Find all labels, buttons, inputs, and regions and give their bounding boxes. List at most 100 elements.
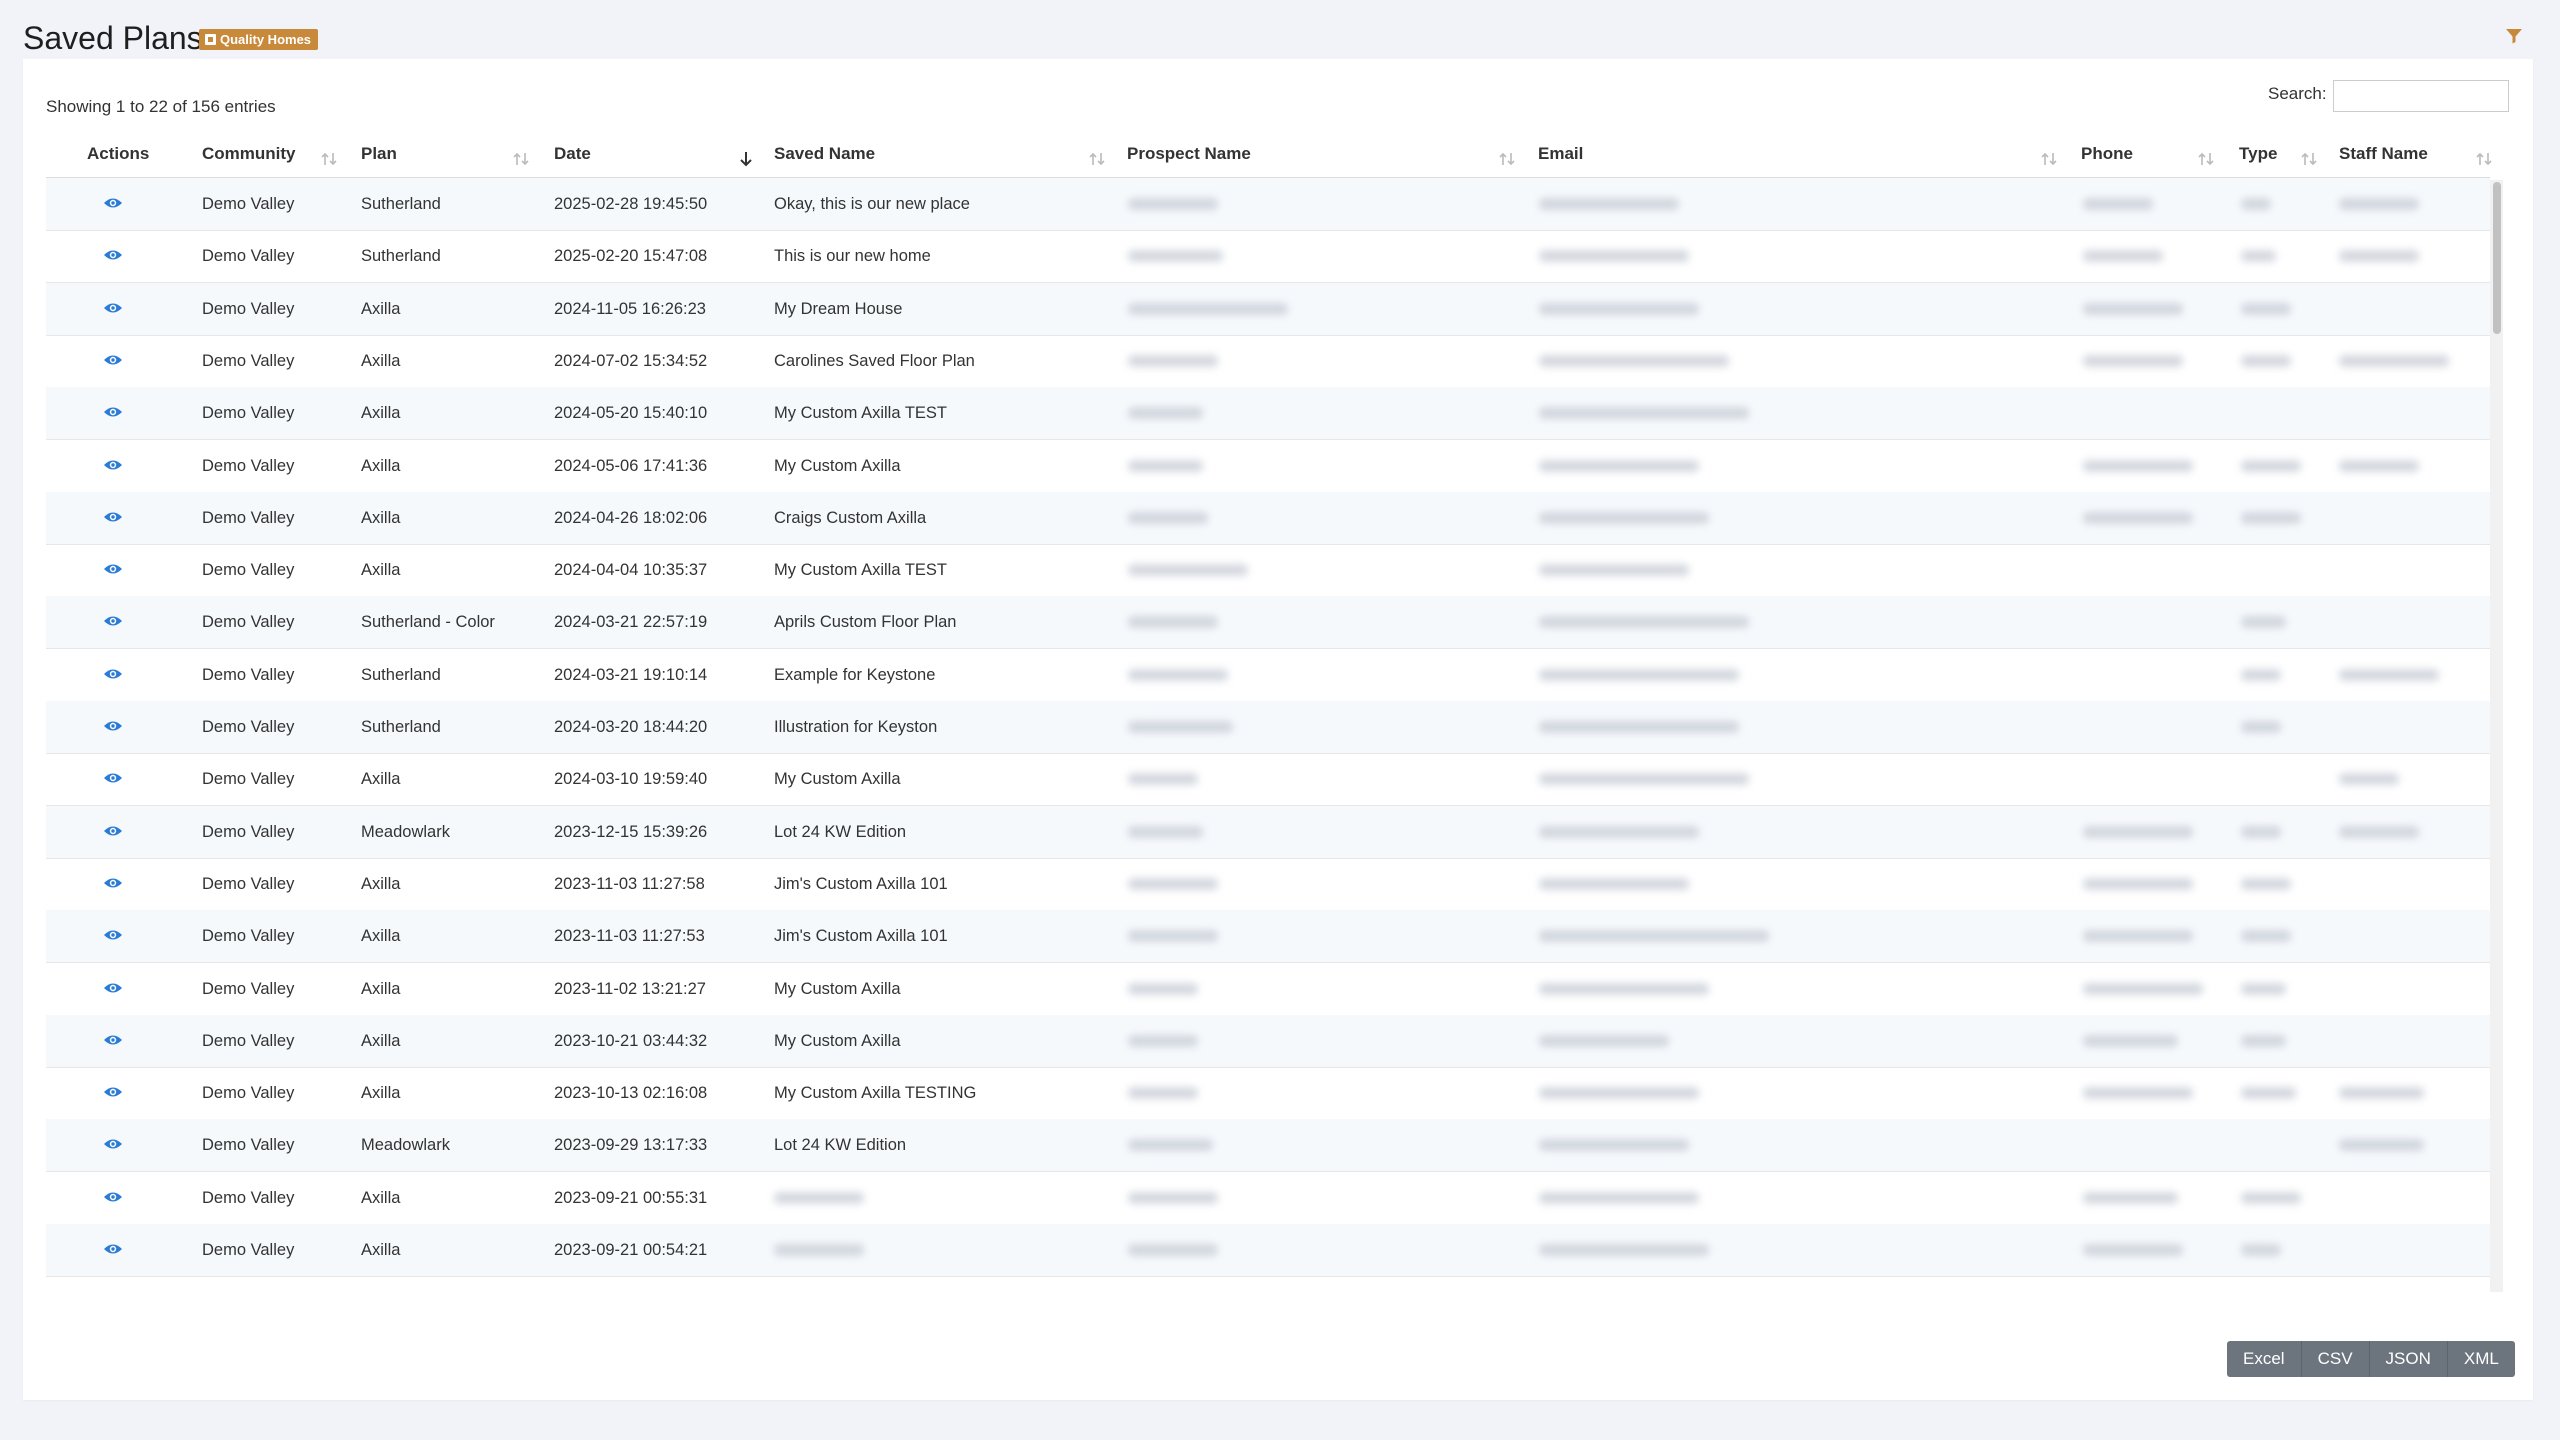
table-row: Demo Valley Meadowlark 2023-12-15 15:39:26… xyxy=(46,805,2490,859)
date-cell: 2023-09-29 13:17:33 xyxy=(554,1136,708,1155)
staff-name-cell xyxy=(2339,1087,2424,1100)
email-cell xyxy=(1539,982,1709,995)
sort-community-icon[interactable] xyxy=(319,150,339,168)
view-eye-icon[interactable] xyxy=(103,928,123,942)
view-eye-icon[interactable] xyxy=(103,614,123,628)
company-badge: Quality Homes xyxy=(199,29,319,50)
column-header-type[interactable]: Type xyxy=(2239,144,2277,164)
export-excel-button[interactable]: Excel xyxy=(2227,1341,2301,1377)
column-header-phone[interactable]: Phone xyxy=(2081,144,2133,164)
email-cell xyxy=(1539,1034,1669,1047)
view-eye-icon[interactable] xyxy=(103,719,123,733)
sort-phone-icon[interactable] xyxy=(2196,150,2216,168)
saved-name-cell: Lot 24 KW Edition xyxy=(774,1136,907,1155)
view-eye-icon[interactable] xyxy=(103,510,123,524)
community-cell: Demo Valley xyxy=(202,613,295,632)
type-cell xyxy=(2241,877,2291,890)
table-row: Demo Valley Axilla 2024-07-02 15:34:52 Caro… xyxy=(46,335,2490,388)
staff-name-cell xyxy=(2339,668,2439,681)
view-eye-icon[interactable] xyxy=(103,405,123,419)
staff-name-cell xyxy=(2339,198,2419,210)
phone-cell xyxy=(2083,302,2183,315)
view-eye-icon[interactable] xyxy=(103,562,123,576)
view-eye-icon[interactable] xyxy=(103,824,123,838)
saved-name-cell: My Custom Axilla TESTING xyxy=(774,1084,977,1103)
filter-icon[interactable] xyxy=(2504,26,2524,46)
plan-cell: Axilla xyxy=(361,874,401,893)
view-eye-icon[interactable] xyxy=(103,667,123,681)
column-header-email[interactable]: Email xyxy=(1538,144,1583,164)
vertical-scrollbar[interactable] xyxy=(2490,180,2503,1292)
view-eye-icon[interactable] xyxy=(103,1085,123,1099)
prospect-name-cell xyxy=(1128,407,1203,420)
view-eye-icon[interactable] xyxy=(103,196,123,210)
column-header-date[interactable]: Date xyxy=(554,144,591,164)
view-eye-icon[interactable] xyxy=(103,981,123,995)
sort-email-icon[interactable] xyxy=(2039,150,2059,168)
search-input[interactable] xyxy=(2333,80,2509,112)
export-json-button[interactable]: JSON xyxy=(2368,1341,2447,1377)
prospect-name-cell xyxy=(1128,668,1228,681)
column-header-prospect-name[interactable]: Prospect Name xyxy=(1127,144,1251,164)
community-cell: Demo Valley xyxy=(202,299,295,318)
view-eye-icon[interactable] xyxy=(103,771,123,785)
community-cell: Demo Valley xyxy=(202,874,295,893)
view-eye-icon[interactable] xyxy=(103,1242,123,1256)
view-eye-icon[interactable] xyxy=(103,1137,123,1151)
prospect-name-cell xyxy=(1128,250,1223,263)
plan-cell: Axilla xyxy=(361,404,401,423)
staff-name-cell xyxy=(2339,1139,2424,1152)
phone-cell xyxy=(2083,877,2193,890)
view-eye-icon[interactable] xyxy=(103,876,123,890)
view-eye-icon[interactable] xyxy=(103,1033,123,1047)
sort-type-icon[interactable] xyxy=(2299,150,2319,168)
sort-staff-name-icon[interactable] xyxy=(2474,150,2494,168)
community-cell: Demo Valley xyxy=(202,822,295,841)
date-cell: 2023-11-02 13:21:27 xyxy=(554,979,706,998)
view-eye-icon[interactable] xyxy=(103,353,123,367)
saved-name-cell: My Custom Axilla TEST xyxy=(774,561,947,580)
email-cell xyxy=(1539,302,1699,315)
email-cell xyxy=(1539,1139,1689,1152)
saved-name-cell: Carolines Saved Floor Plan xyxy=(774,351,975,370)
view-eye-icon[interactable] xyxy=(103,1190,123,1204)
table-row: Demo Valley Sutherland 2025-02-20 15:47:08… xyxy=(46,230,2490,284)
prospect-name-cell xyxy=(1128,302,1288,315)
horizontal-scroll-area xyxy=(46,1292,2490,1312)
type-cell xyxy=(2241,250,2276,263)
date-cell: 2024-11-05 16:26:23 xyxy=(554,299,706,318)
scrollbar-thumb[interactable] xyxy=(2493,182,2501,334)
phone-cell xyxy=(2083,511,2193,524)
sort-plan-icon[interactable] xyxy=(511,150,531,168)
email-cell xyxy=(1539,773,1749,786)
sort-saved-name-icon[interactable] xyxy=(1087,150,1107,168)
view-eye-icon[interactable] xyxy=(103,248,123,262)
column-header-community[interactable]: Community xyxy=(202,144,296,164)
plan-cell: Axilla xyxy=(361,351,401,370)
prospect-name-cell xyxy=(1128,1139,1213,1152)
phone-cell xyxy=(2083,1087,2193,1100)
table-row: Demo Valley Axilla 2024-11-05 16:26:23 My D… xyxy=(46,282,2490,336)
column-header-saved-name[interactable]: Saved Name xyxy=(774,144,875,164)
date-cell: 2025-02-20 15:47:08 xyxy=(554,247,708,266)
table-row: Demo Valley Sutherland 2024-03-20 18:44:20… xyxy=(46,701,2490,754)
sort-prospect-name-icon[interactable] xyxy=(1497,150,1517,168)
phone-cell xyxy=(2083,930,2193,943)
sort-descending-icon[interactable] xyxy=(736,150,756,168)
export-csv-button[interactable]: CSV xyxy=(2300,1341,2369,1377)
email-cell xyxy=(1539,616,1749,629)
view-eye-icon[interactable] xyxy=(103,458,123,472)
plan-cell: Meadowlark xyxy=(361,822,450,841)
plan-cell: Axilla xyxy=(361,1241,401,1259)
type-cell xyxy=(2241,616,2286,629)
date-cell: 2023-11-03 11:27:58 xyxy=(554,874,705,893)
prospect-name-cell xyxy=(1128,511,1208,524)
email-cell xyxy=(1539,721,1739,733)
plan-cell: Sutherland xyxy=(361,247,441,266)
column-header-plan[interactable]: Plan xyxy=(361,144,397,164)
staff-name-cell xyxy=(2339,825,2419,838)
export-xml-button[interactable]: XML xyxy=(2446,1341,2515,1377)
saved-name-cell: My Custom Axilla xyxy=(774,770,901,789)
column-header-staff-name[interactable]: Staff Name xyxy=(2339,144,2428,164)
view-eye-icon[interactable] xyxy=(103,301,123,315)
